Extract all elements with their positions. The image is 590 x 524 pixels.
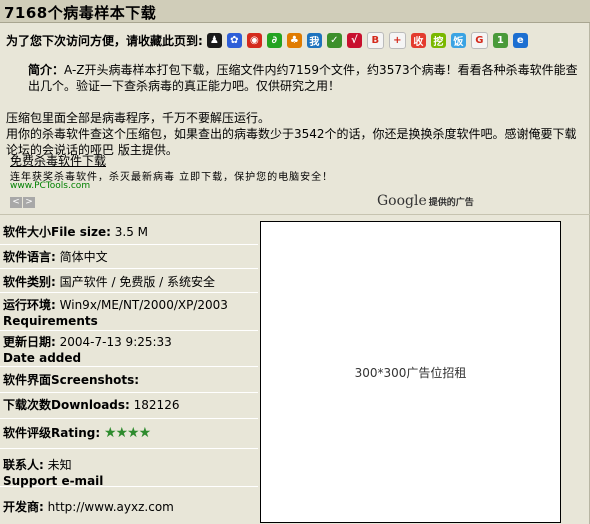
size-label: 软件大小File size: <box>3 225 111 239</box>
developer-label: 开发商: <box>3 500 44 514</box>
info-row-date: 更新日期: 2004-7-13 9:25:33 Date added <box>0 331 258 367</box>
one-icon[interactable]: 1 <box>492 32 508 48</box>
requirements-label: Requirements <box>3 314 98 328</box>
note-icon[interactable]: ✓ <box>326 32 342 48</box>
ad-placeholder-box[interactable]: 300*300广告位招租 <box>260 221 561 523</box>
google-ad-suffix: 提供的广告 <box>428 198 474 208</box>
wa-icon[interactable]: 挖 <box>430 32 446 48</box>
contact-value: 未知 <box>47 458 72 472</box>
bookmark-label: 为了您下次访问方便，请收藏此页到: <box>6 33 203 48</box>
google-icon[interactable]: G <box>470 31 488 49</box>
downloads-label: 下载次数Downloads: <box>3 398 130 412</box>
b-icon[interactable]: B <box>366 31 384 49</box>
divider <box>0 214 590 215</box>
support-email-label: Support e-mail <box>3 474 104 488</box>
description-line1: A-Z开头病毒样本打包下载，压缩文件内约7159个文件，约3573个病毒！看看各… <box>28 63 578 93</box>
info-row-language: 软件语言: 简体中文 <box>0 245 258 269</box>
downloads-value: 182126 <box>133 398 180 412</box>
info-row-developer: 开发商: http://www.ayxz.com <box>0 487 258 521</box>
info-row-type: 软件类别: 国产软件 / 免费版 / 系统安全 <box>0 269 258 293</box>
environment-label: 运行环境: <box>3 298 56 312</box>
wo-icon[interactable]: 我 <box>306 32 322 48</box>
info-row-downloads: 下载次数Downloads: 182126 <box>0 393 258 419</box>
next-arrow-button[interactable]: > <box>23 197 35 208</box>
title-bar: 7168个病毒样本下载 <box>0 0 590 23</box>
page-title: 7168个病毒样本下载 <box>4 4 157 22</box>
info-row-contact: 联系人: 未知 Support e-mail <box>0 449 258 488</box>
language-value: 简体中文 <box>59 250 108 264</box>
description-label: 简介： <box>28 63 65 77</box>
shou-icon[interactable]: 收 <box>410 32 426 48</box>
ad-placeholder-text: 300*300广告位招租 <box>354 365 467 380</box>
rating-stars: ★★★★ <box>103 425 151 441</box>
google-ad-label[interactable]: Google 提供的广告 <box>377 193 474 209</box>
size-value: 3.5 M <box>114 225 149 239</box>
date-label: 更新日期: <box>3 335 56 349</box>
bookmark-row: 为了您下次访问方便，请收藏此页到: ♟ ✿ ◉ ∂ ♣ 我 ✓ √ B + 收挖饭 G 1 e <box>6 30 533 50</box>
ad-link[interactable]: 免费杀毒软件下载 <box>10 152 106 169</box>
rating-label: 软件评级Rating: <box>3 426 101 440</box>
contact-label: 联系人: <box>3 458 44 472</box>
swirl-icon[interactable]: ∂ <box>266 32 282 48</box>
ie-icon[interactable]: e <box>512 32 528 48</box>
google-brand: Google <box>377 193 427 209</box>
fan-icon[interactable]: 饭 <box>450 32 466 48</box>
paw-icon[interactable]: ✿ <box>226 32 242 48</box>
environment-value: Win9x/ME/NT/2000/XP/2003 <box>59 298 228 312</box>
date-value: 2004-7-13 9:25:33 <box>59 335 172 349</box>
developer-link[interactable]: http://www.ayxz.com <box>48 500 174 514</box>
info-row-size: 软件大小File size: 3.5 M <box>0 221 258 245</box>
language-label: 软件语言: <box>3 250 56 264</box>
bookmark-icons: ♟ ✿ ◉ ∂ ♣ 我 ✓ √ B + 收挖饭 G 1 e <box>206 31 533 49</box>
info-row-screenshots: 软件界面Screenshots: <box>0 367 258 393</box>
screenshots-label: 软件界面Screenshots: <box>3 373 140 387</box>
bird-icon[interactable]: √ <box>346 32 362 48</box>
weibo-icon[interactable]: ◉ <box>246 32 262 48</box>
ad-nav-arrows: < > <box>10 197 36 208</box>
plus-icon[interactable]: + <box>388 31 406 49</box>
page: 7168个病毒样本下载 为了您下次访问方便，请收藏此页到: ♟ ✿ ◉ ∂ ♣ 我 ✓ √ B +… <box>0 0 590 524</box>
ad-url[interactable]: www.PCTools.com <box>10 181 90 191</box>
info-row-environment: 运行环境: Win9x/ME/NT/2000/XP/2003 Requireme… <box>0 293 258 331</box>
date-added-label: Date added <box>3 351 82 365</box>
type-label: 软件类别: <box>3 275 56 289</box>
description: 简介：A-Z开头病毒样本打包下载，压缩文件内约7159个文件，约3573个病毒！… <box>6 62 586 158</box>
flame-icon[interactable]: ♣ <box>286 32 302 48</box>
penguin-icon[interactable]: ♟ <box>206 32 222 48</box>
prev-arrow-button[interactable]: < <box>10 197 22 208</box>
description-line2: 压缩包里面全部是病毒程序，千万不要解压运行。 <box>6 111 271 125</box>
type-value: 国产软件 / 免费版 / 系统安全 <box>59 275 215 289</box>
info-row-rating: 软件评级Rating: ★★★★ <box>0 419 258 449</box>
